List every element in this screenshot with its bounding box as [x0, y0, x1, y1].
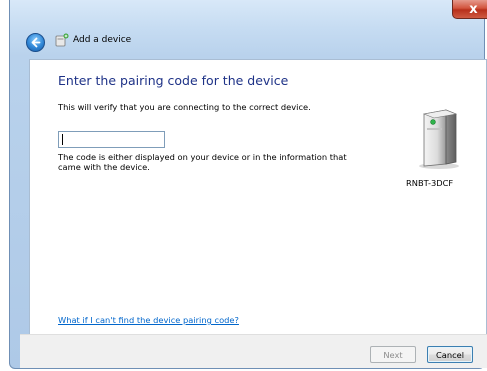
device-icon	[55, 33, 69, 47]
window-title: Add a device	[73, 35, 132, 45]
add-device-window: x Add a device Enter the pairing code fo…	[9, 0, 487, 369]
next-button[interactable]: Next	[370, 346, 416, 363]
button-bar: Next Cancel	[20, 334, 487, 368]
content-panel: Enter the pairing code for the device Th…	[29, 59, 487, 335]
pairing-code-help-link[interactable]: What if I can't find the device pairing …	[58, 315, 239, 325]
close-icon: x	[469, 1, 478, 17]
device-name-label: RNBT-3DCF	[406, 178, 454, 188]
back-button[interactable]	[26, 33, 45, 52]
instruction-text: This will verify that you are connecting…	[58, 102, 311, 112]
pairing-code-input[interactable]	[58, 131, 165, 148]
back-arrow-icon	[31, 37, 41, 48]
hint-text: The code is either displayed on your dev…	[58, 152, 347, 172]
close-button[interactable]: x	[452, 0, 487, 19]
text-cursor	[62, 134, 63, 145]
page-heading: Enter the pairing code for the device	[58, 73, 289, 88]
desktop-tower-icon	[419, 109, 459, 169]
cancel-button[interactable]: Cancel	[427, 346, 473, 363]
